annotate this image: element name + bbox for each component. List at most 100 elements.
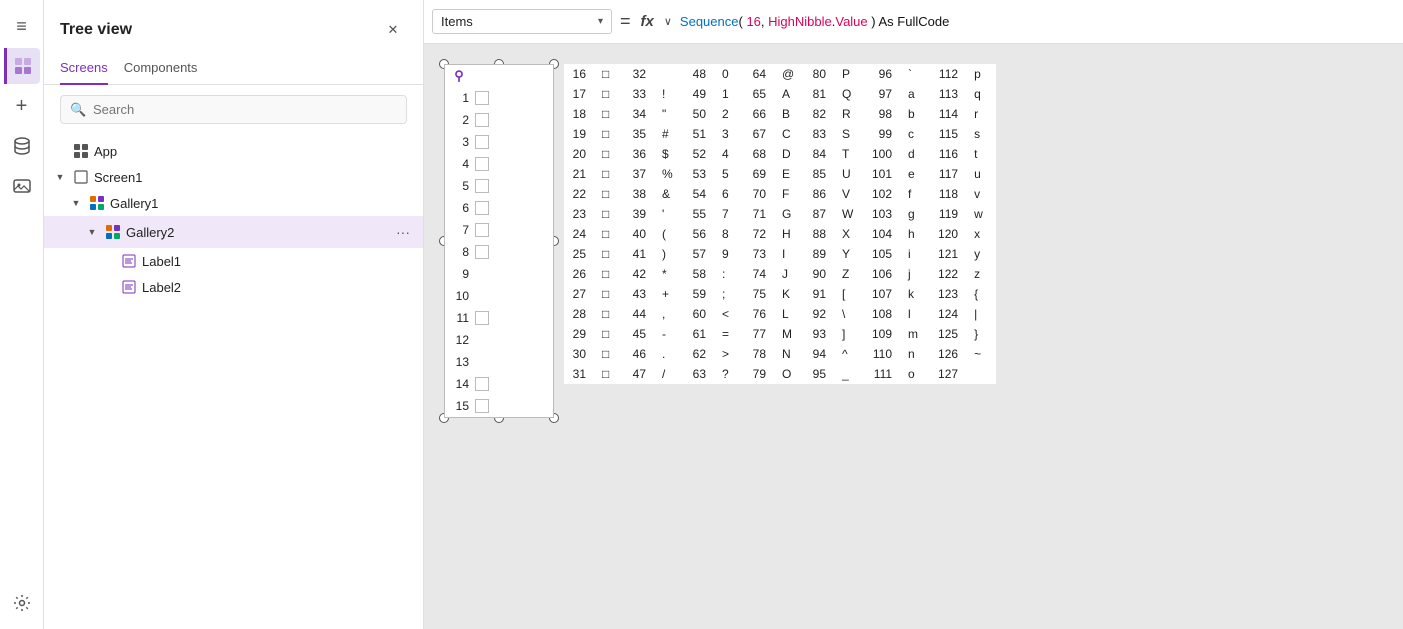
ascii-char-2-0: □ [594, 104, 624, 124]
ascii-char-12-0: □ [594, 304, 624, 324]
ascii-num-1-6: 113 [930, 84, 966, 104]
tree-item-gallery2[interactable]: ▼ Gallery2 ··· [44, 216, 423, 248]
ascii-row-15: 31□47/63?79O95_111o127 [564, 364, 996, 384]
ascii-char-9-2: 9 [714, 244, 744, 264]
ascii-char-13-4: ] [834, 324, 864, 344]
ascii-num-14-6: 126 [930, 344, 966, 364]
gallery-row-15: 15 [445, 395, 553, 417]
ascii-num-5-1: 37 [624, 164, 654, 184]
tree-title: Tree view [60, 21, 132, 39]
ascii-num-8-4: 88 [804, 224, 834, 244]
ascii-char-10-1: * [654, 264, 684, 284]
ascii-char-8-5: h [900, 224, 930, 244]
canvas-area[interactable]: ⚲ 1 2 3 4 [424, 44, 1403, 629]
ascii-num-8-0: 24 [564, 224, 594, 244]
ascii-num-7-6: 119 [930, 204, 966, 224]
formula-input-display[interactable]: Sequence( 16, HighNibble.Value ) As Full… [680, 14, 1395, 29]
gallery2-more-button[interactable]: ··· [391, 220, 415, 244]
ascii-char-1-2: 1 [714, 84, 744, 104]
ascii-num-2-4: 82 [804, 104, 834, 124]
gallery-row-11: 11 [445, 307, 553, 329]
ascii-char-13-0: □ [594, 324, 624, 344]
formula-highnibble: HighNibble [768, 14, 832, 29]
gallery-row-0: ⚲ [445, 65, 553, 87]
ascii-char-0-3: @ [774, 64, 804, 84]
tree-view-icon[interactable] [4, 48, 40, 84]
ascii-num-10-1: 42 [624, 264, 654, 284]
add-icon[interactable]: + [4, 88, 40, 124]
gallery-row-8: 8 [445, 241, 553, 263]
ascii-num-6-5: 102 [864, 184, 900, 204]
ascii-row-14: 30□46.62>78N94^110n126~ [564, 344, 996, 364]
ascii-num-12-6: 124 [930, 304, 966, 324]
media-icon[interactable] [4, 168, 40, 204]
ascii-char-5-4: U [834, 164, 864, 184]
ascii-char-4-5: d [900, 144, 930, 164]
ascii-num-11-5: 107 [864, 284, 900, 304]
expand-gallery2[interactable]: ▼ [84, 224, 100, 240]
ascii-num-4-4: 84 [804, 144, 834, 164]
content-area: ⚲ 1 2 3 4 [444, 64, 996, 418]
ascii-num-14-5: 110 [864, 344, 900, 364]
expand-gallery1[interactable]: ▼ [68, 195, 84, 211]
gallery-row-9: 9 [445, 263, 553, 285]
tree-item-app[interactable]: App [44, 138, 423, 164]
ascii-char-14-1: . [654, 344, 684, 364]
ascii-num-11-2: 59 [684, 284, 714, 304]
ascii-num-0-0: 16 [564, 64, 594, 84]
ascii-char-6-0: □ [594, 184, 624, 204]
ascii-char-5-2: 5 [714, 164, 744, 184]
formula-name-dropdown-icon[interactable]: ▾ [598, 16, 603, 27]
settings-icon[interactable] [4, 585, 40, 621]
tree-body: App ▼ Screen1 ▼ Gallery1 [44, 134, 423, 629]
ascii-num-15-2: 63 [684, 364, 714, 384]
ascii-char-14-2: > [714, 344, 744, 364]
ascii-num-6-0: 22 [564, 184, 594, 204]
ascii-num-6-6: 118 [930, 184, 966, 204]
search-input[interactable] [60, 95, 407, 124]
ascii-char-5-5: e [900, 164, 930, 184]
ascii-num-8-3: 72 [744, 224, 774, 244]
ascii-row-2: 18□34"50266B82R98b114r [564, 104, 996, 124]
formula-expand-button[interactable]: ∨ [660, 15, 676, 28]
ascii-num-9-1: 41 [624, 244, 654, 264]
ascii-char-4-6: t [966, 144, 996, 164]
formula-name-box[interactable]: Items ▾ [432, 9, 612, 34]
ascii-num-4-6: 116 [930, 144, 966, 164]
ascii-char-3-3: C [774, 124, 804, 144]
tree-item-label2[interactable]: Label2 [44, 274, 423, 300]
ascii-char-0-4: P [834, 64, 864, 84]
ascii-num-5-2: 53 [684, 164, 714, 184]
ascii-char-11-6: { [966, 284, 996, 304]
ascii-num-14-3: 78 [744, 344, 774, 364]
ascii-char-6-4: V [834, 184, 864, 204]
expand-screen1[interactable]: ▼ [52, 169, 68, 185]
ascii-num-2-2: 50 [684, 104, 714, 124]
ascii-char-14-5: n [900, 344, 930, 364]
ascii-char-6-5: f [900, 184, 930, 204]
formula-num-16: 16 [746, 14, 760, 29]
ascii-char-4-4: T [834, 144, 864, 164]
ascii-char-9-0: □ [594, 244, 624, 264]
ascii-char-1-3: A [774, 84, 804, 104]
menu-icon[interactable]: ≡ [4, 8, 40, 44]
expand-app[interactable] [52, 143, 68, 159]
ascii-num-3-6: 115 [930, 124, 966, 144]
formula-bar: Items ▾ = fx ∨ Sequence( 16, HighNibble.… [424, 0, 1403, 44]
ascii-row-4: 20□36$52468D84T100d116t [564, 144, 996, 164]
ascii-num-14-0: 30 [564, 344, 594, 364]
data-icon[interactable] [4, 128, 40, 164]
tree-item-screen1[interactable]: ▼ Screen1 [44, 164, 423, 190]
tree-item-gallery1[interactable]: ▼ Gallery1 [44, 190, 423, 216]
ascii-char-12-3: L [774, 304, 804, 324]
tree-item-label1[interactable]: Label1 [44, 248, 423, 274]
ascii-char-3-4: S [834, 124, 864, 144]
ascii-num-2-5: 98 [864, 104, 900, 124]
tab-screens[interactable]: Screens [60, 52, 108, 85]
gallery-frame[interactable]: ⚲ 1 2 3 4 [444, 64, 554, 418]
ascii-char-5-1: % [654, 164, 684, 184]
tree-close-button[interactable]: ✕ [379, 16, 407, 44]
ascii-num-9-3: 73 [744, 244, 774, 264]
ascii-num-13-1: 45 [624, 324, 654, 344]
tab-components[interactable]: Components [124, 52, 198, 85]
